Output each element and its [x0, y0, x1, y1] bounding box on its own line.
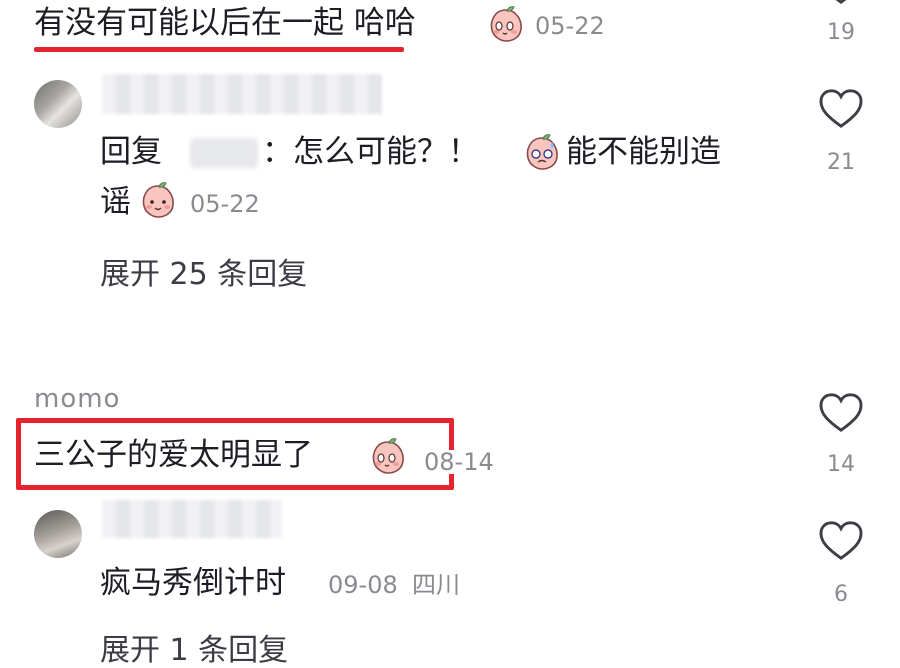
comment-4-date: 09-08 [328, 571, 398, 599]
reply-like-count: 21 [827, 150, 855, 175]
sweating-peach-emoji [522, 132, 562, 176]
comment-3-date: 08-14 [422, 448, 496, 476]
heart-outline-icon[interactable] [818, 0, 864, 10]
blurred-username [102, 500, 282, 538]
heart-outline-icon[interactable] [818, 88, 864, 134]
avatar[interactable] [34, 80, 82, 128]
smiling-peach-emoji [138, 180, 178, 224]
expand-replies-link[interactable]: 展开 25 条回复 [100, 260, 307, 290]
reply-prefix: 回复 [100, 134, 162, 170]
reply-text-3: 谣 [100, 184, 131, 220]
comment-3-like-count: 14 [827, 452, 855, 477]
heart-outline-icon[interactable] [818, 520, 864, 566]
blurred-username [102, 74, 382, 114]
blushing-peach-emoji [486, 4, 526, 48]
comment-3-text: 三公子的爱太明显了 [34, 437, 313, 473]
comment-4-location: 四川 [412, 571, 460, 599]
comment-1-like-count: 19 [827, 20, 855, 45]
red-underline-highlight [34, 47, 404, 52]
reply-date: 05-22 [190, 190, 260, 218]
comment-1-date: 05-22 [535, 12, 605, 40]
comment-1-text: 有没有可能以后在一起 哈哈 [34, 5, 416, 41]
reply-text: ：怎么可能？！ [262, 134, 479, 170]
heart-outline-icon[interactable] [818, 392, 864, 438]
blurred-mention [190, 138, 258, 168]
blushing-peach-emoji [368, 436, 408, 480]
username[interactable]: momo [34, 386, 120, 412]
reply-text-2: 能不能别造 [566, 134, 721, 170]
comment-4-text: 疯马秀倒计时 [100, 565, 286, 601]
avatar[interactable] [34, 510, 82, 558]
comment-4-like-count: 6 [834, 582, 848, 607]
